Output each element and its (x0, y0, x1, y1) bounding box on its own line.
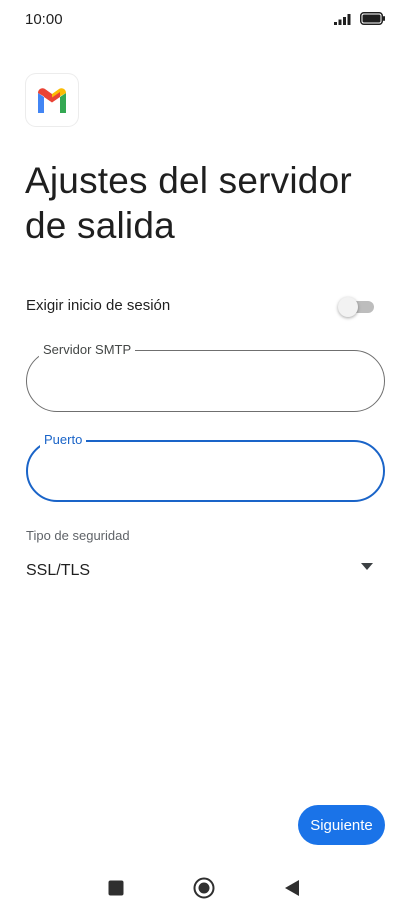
battery-icon (360, 12, 385, 25)
recents-icon[interactable] (108, 880, 124, 896)
next-button[interactable]: Siguiente (298, 805, 385, 845)
status-time: 10:00 (25, 11, 63, 28)
toggle-thumb (338, 297, 358, 317)
signal-icon (334, 14, 351, 25)
port-field[interactable]: Puerto (26, 432, 385, 502)
navigation-bar (0, 866, 411, 910)
smtp-server-input[interactable] (47, 369, 367, 393)
security-type-dropdown[interactable]: SSL/TLS (26, 556, 381, 586)
screen: 10:00 Ajustes del servidor de salida Exi… (0, 0, 411, 914)
home-icon[interactable] (193, 877, 215, 899)
gmail-logo (26, 74, 78, 126)
gmail-logo-icon (38, 88, 66, 113)
security-type-value: SSL/TLS (26, 562, 91, 579)
require-login-label: Exigir inicio de sesión (26, 297, 171, 314)
smtp-server-label: Servidor SMTP (39, 342, 136, 358)
port-label: Puerto (40, 432, 87, 448)
page-title: Ajustes del servidor de salida (25, 160, 352, 246)
back-icon[interactable] (284, 879, 300, 897)
status-bar: 10:00 (0, 0, 411, 40)
smtp-server-field[interactable]: Servidor SMTP (26, 342, 385, 412)
port-input[interactable] (48, 460, 368, 484)
dropdown-arrow-icon (361, 563, 373, 570)
require-login-toggle[interactable] (338, 297, 374, 317)
security-type-label: Tipo de seguridad (26, 528, 130, 543)
